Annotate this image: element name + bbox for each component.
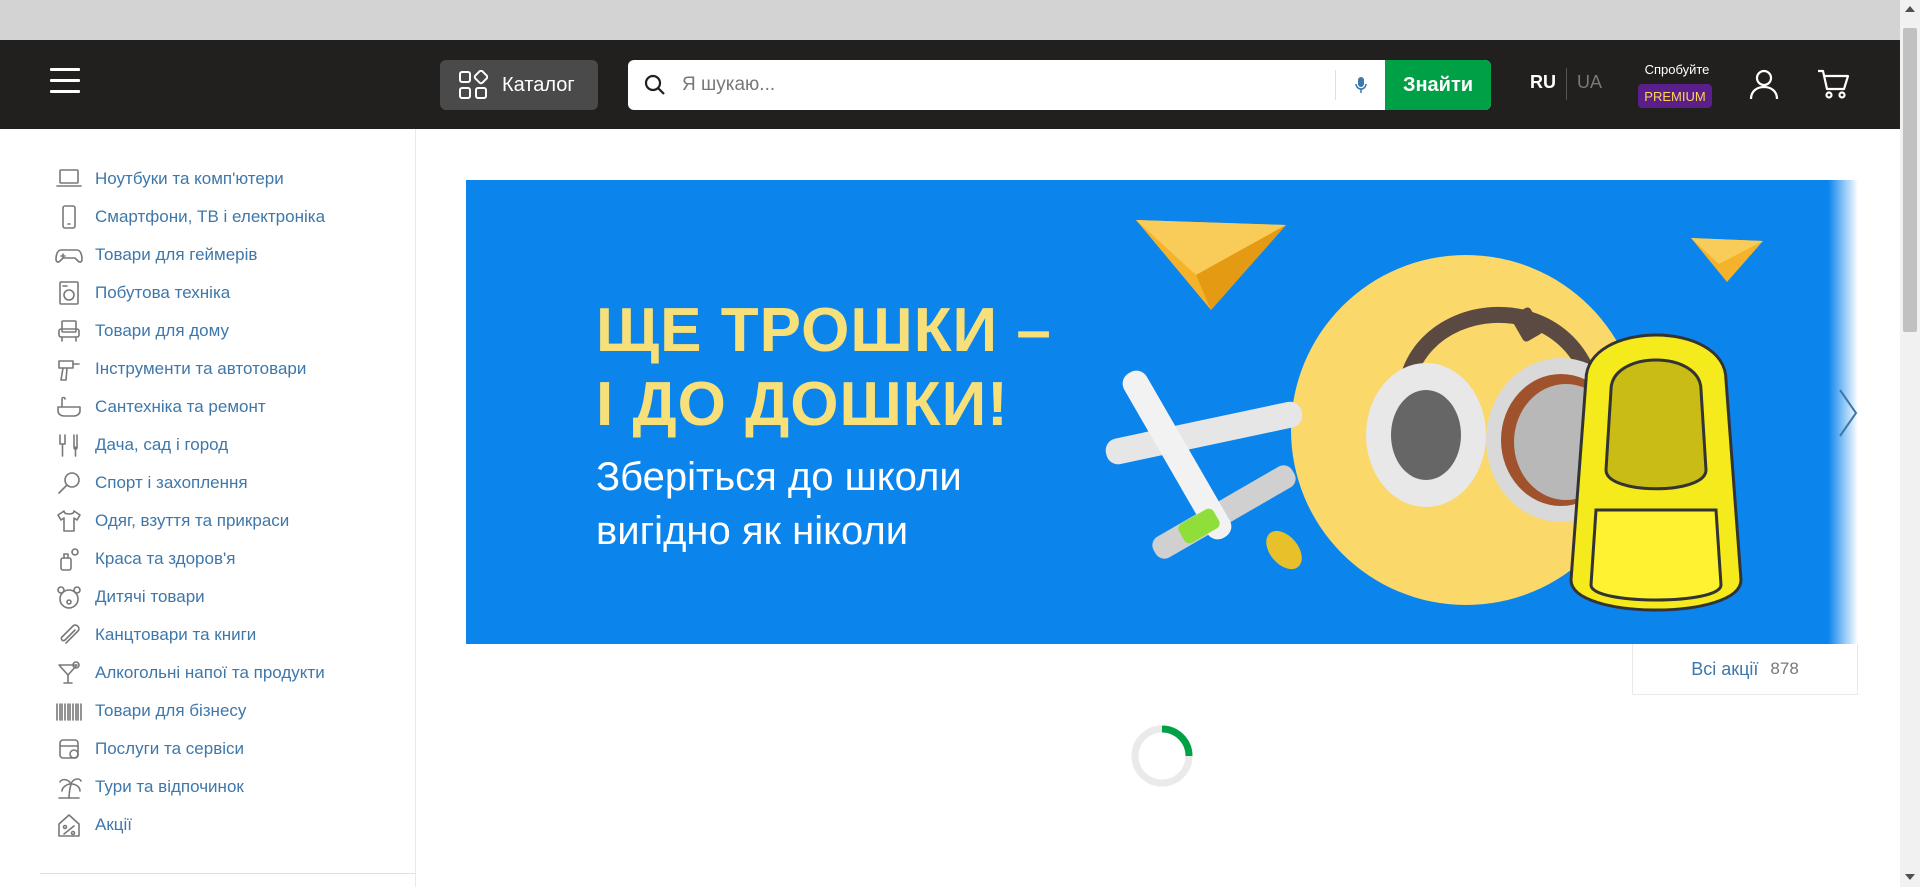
sidebar-item-label: Ноутбуки та комп'ютери [95, 169, 284, 188]
lang-ua[interactable]: UA [1577, 72, 1602, 93]
sidebar-item-label: Товари для бізнесу [95, 701, 247, 720]
sidebar-item-label: Інструменти та автотовари [95, 359, 307, 378]
sidebar-item-label: Акції [95, 815, 133, 834]
loading-spinner-icon [1131, 725, 1193, 787]
sidebar-item[interactable]: Товари для геймерів [55, 240, 257, 270]
sidebar-item[interactable]: Сантехніка та ремонт [55, 392, 266, 422]
gamepad-icon [55, 242, 83, 268]
sidebar-item-label: Краса та здоров'я [95, 549, 236, 568]
sidebar-item[interactable]: Дача, сад і город [55, 430, 228, 460]
search-input[interactable] [682, 60, 1335, 110]
lang-divider [1566, 68, 1567, 100]
drill-icon [55, 356, 83, 382]
sidebar-divider [40, 873, 415, 874]
markers-image [1105, 370, 1303, 570]
sidebar-item[interactable]: Спорт і захоплення [55, 468, 248, 498]
premium-badge[interactable]: PREMIUM [1638, 84, 1712, 108]
armchair-icon [55, 318, 83, 344]
burger-menu-icon[interactable] [50, 68, 80, 96]
sidebar-item-label: Товари для дому [95, 321, 229, 340]
garden-fork-icon [55, 432, 83, 458]
sidebar-item-label: Побутова техніка [95, 283, 231, 302]
microphone-icon[interactable] [1335, 70, 1385, 100]
sidebar-item-label: Спорт і захоплення [95, 473, 248, 492]
services-icon [55, 736, 83, 762]
sidebar-item[interactable]: Товари для дому [55, 316, 229, 346]
sidebar-item-label: Дитячі товари [95, 587, 205, 606]
sidebar-item[interactable]: Побутова техніка [55, 278, 230, 308]
user-icon[interactable] [1748, 68, 1780, 100]
sidebar-item-label: Смартфони, ТВ і електроніка [95, 207, 326, 226]
sidebar-item-label: Тури та відпочинок [95, 777, 244, 796]
paperclip-icon [55, 622, 83, 648]
sidebar-item-label: Одяг, взуття та прикраси [95, 511, 290, 530]
premium-try-label[interactable]: Спробуйте [1640, 62, 1714, 77]
sidebar-item-label: Алкогольні напої та продукти [95, 663, 325, 682]
sidebar-item[interactable]: Інструменти та автотовари [55, 354, 306, 384]
sidebar-item-label: Товари для геймерів [95, 245, 258, 264]
scrollbar-thumb[interactable] [1903, 28, 1917, 332]
teddy-bear-icon [55, 584, 83, 610]
smartphone-icon [55, 204, 83, 230]
sidebar-item[interactable]: Краса та здоров'я [55, 544, 235, 574]
banner-headline: ЩЕ ТРОШКИ – І ДО ДОШКИ! [596, 294, 1052, 442]
promo-banner[interactable]: ЩЕ ТРОШКИ – І ДО ДОШКИ! Зберіться до шко… [466, 180, 1858, 644]
sidebar-item[interactable]: Алкогольні напої та продукти [55, 658, 325, 688]
sidebar-item[interactable]: Ноутбуки та комп'ютери [55, 164, 284, 194]
all-promos-label: Всі акції [1691, 658, 1759, 679]
sidebar-item[interactable]: Послуги та сервіси [55, 734, 244, 764]
palm-tree-icon [55, 774, 83, 800]
browser-top-bar [0, 0, 1900, 40]
sidebar-item-label: Сантехніка та ремонт [95, 397, 266, 416]
paper-plane-icon [1136, 220, 1286, 310]
cosmetics-icon [55, 546, 83, 572]
search-button[interactable]: Знайти [1385, 60, 1491, 110]
sidebar-item[interactable]: Акції [55, 810, 132, 840]
racket-icon [55, 470, 83, 496]
lang-ru[interactable]: RU [1530, 72, 1556, 93]
all-promos-link[interactable]: Всі акції 878 [1632, 644, 1858, 695]
catalog-grid-icon [459, 70, 488, 99]
cocktail-icon [55, 660, 83, 686]
all-promos-count: 878 [1770, 659, 1799, 678]
barcode-icon [55, 698, 83, 724]
search-bar: Знайти [628, 60, 1491, 110]
backpack-image [1569, 333, 1743, 612]
sidebar-item[interactable]: Смартфони, ТВ і електроніка [55, 202, 325, 232]
laptop-icon [55, 166, 83, 192]
sidebar-item[interactable]: Дитячі товари [55, 582, 205, 612]
chevron-right-icon[interactable] [1836, 386, 1860, 440]
catalog-button[interactable]: Каталог [440, 60, 598, 110]
sidebar-item[interactable]: Одяг, взуття та прикраси [55, 506, 289, 536]
site-header: Каталог Знайти RU UA Спробуйте PREMIUM [0, 40, 1900, 129]
banner-subtitle-line1: Зберіться до школи [596, 455, 962, 499]
sidebar-item-label: Канцтовари та книги [95, 625, 257, 644]
sidebar-item-label: Послуги та сервіси [95, 739, 244, 758]
sidebar-item[interactable]: Тури та відпочинок [55, 772, 244, 802]
paper-plane-small-icon [1691, 238, 1763, 282]
banner-headline-line1: ЩЕ ТРОШКИ – [596, 296, 1052, 365]
sidebar-item[interactable]: Товари для бізнесу [55, 696, 246, 726]
category-sidebar: Ноутбуки та комп'ютери Смартфони, ТВ і ел… [0, 129, 416, 887]
banner-headline-line2: І ДО ДОШКИ! [596, 370, 1009, 439]
page-scrollbar[interactable] [1900, 0, 1920, 887]
banner-subtitle-line2: вигідно як ніколи [596, 509, 909, 553]
scroll-up-icon[interactable] [1905, 6, 1915, 12]
sidebar-item-label: Дача, сад і город [95, 435, 229, 454]
bathtub-icon [55, 394, 83, 420]
banner-subtitle: Зберіться до школи вигідно як ніколи [596, 450, 962, 558]
washing-machine-icon [55, 280, 83, 306]
scroll-down-icon[interactable] [1905, 874, 1915, 880]
catalog-label: Каталог [502, 73, 575, 96]
tshirt-icon [55, 508, 83, 534]
discount-tag-icon [55, 812, 83, 838]
search-icon [628, 60, 682, 110]
cart-icon[interactable] [1816, 68, 1850, 100]
sidebar-item[interactable]: Канцтовари та книги [55, 620, 256, 650]
